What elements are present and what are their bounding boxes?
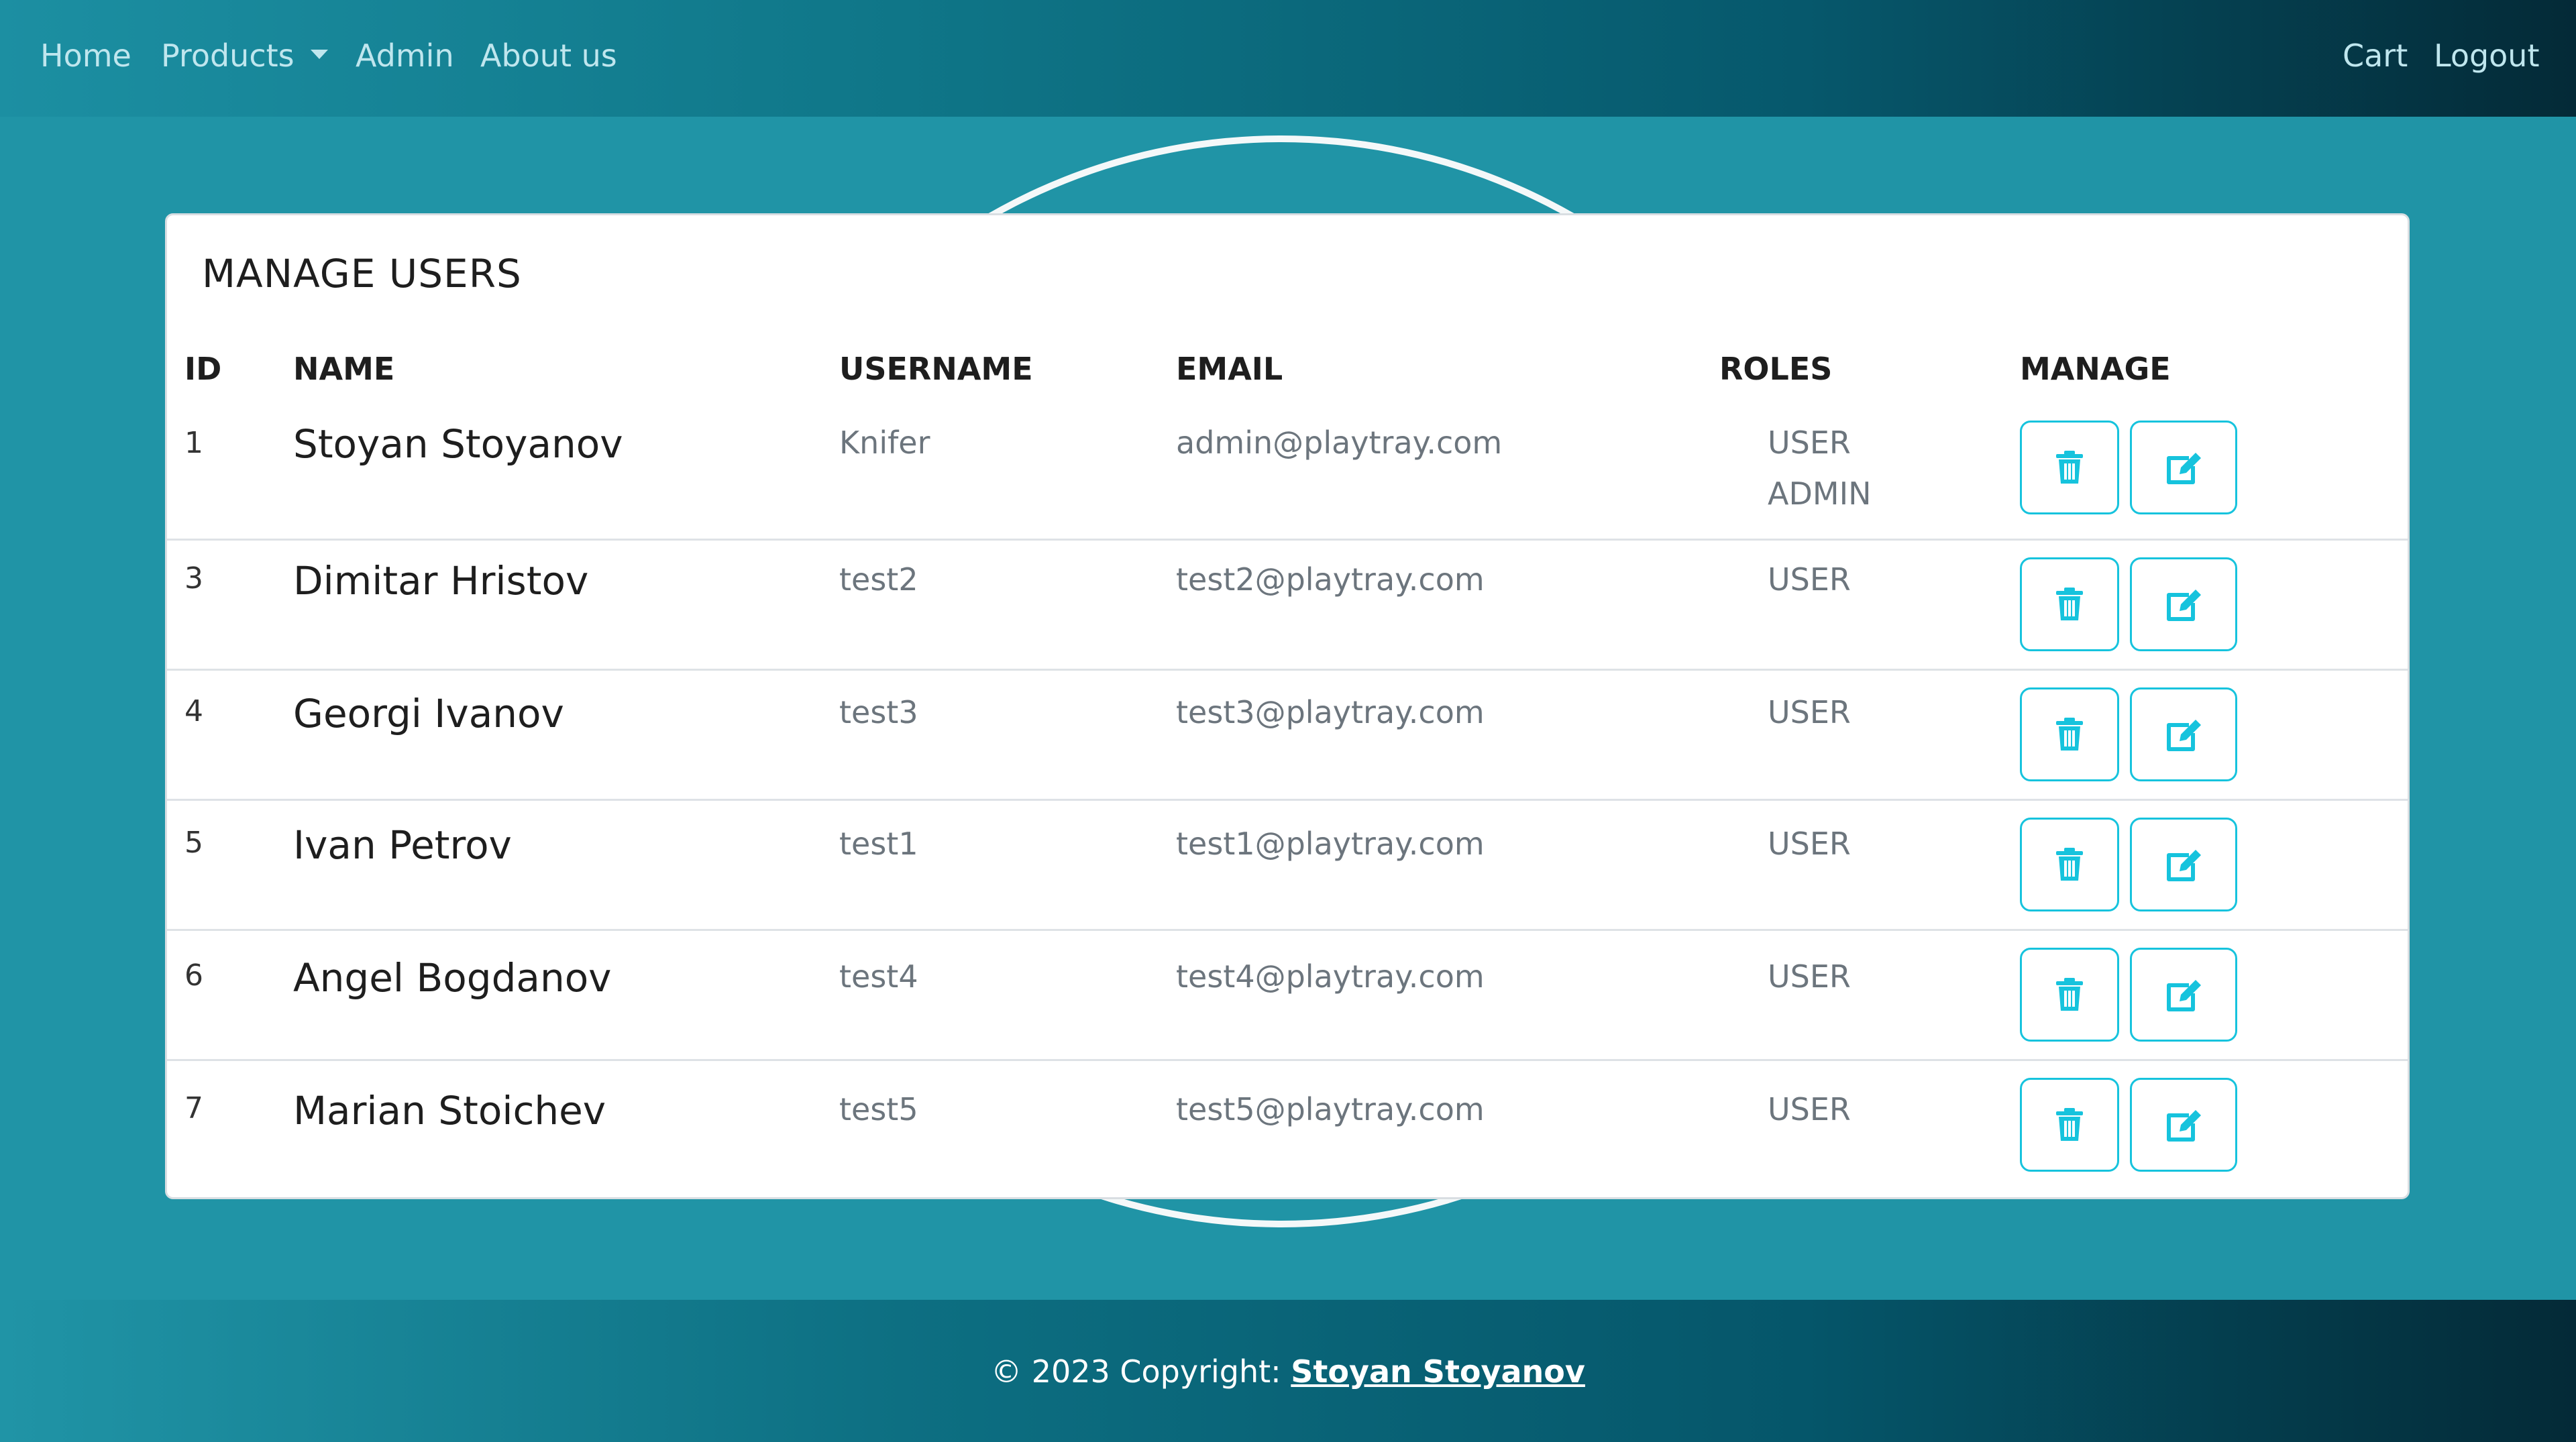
role-badge: USER — [1768, 826, 1851, 862]
delete-user-button[interactable] — [2020, 687, 2119, 781]
header-name: NAME — [293, 351, 395, 387]
nav-home-link[interactable]: Home — [40, 40, 131, 71]
nav-about-link[interactable]: About us — [480, 40, 617, 71]
edit-icon — [2167, 1110, 2201, 1142]
page-footer: © 2023 Copyright: Stoyan Stoyanov — [0, 1300, 2576, 1442]
footer-copyright: © 2023 Copyright: Stoyan Stoyanov — [0, 1356, 2576, 1387]
delete-user-button[interactable] — [2020, 818, 2119, 911]
cell-email: test4@playtray.com — [1176, 958, 1485, 995]
cell-name: Angel Bogdanov — [293, 955, 612, 1001]
cell-username: Knifer — [839, 425, 930, 461]
role-badge: USER — [1768, 694, 1851, 730]
cell-username: test4 — [839, 958, 918, 995]
cell-roles: USER — [1768, 564, 1851, 615]
table-row: 6 Angel Bogdanov test4 test4@playtray.co… — [167, 929, 2408, 1061]
footer-author-link[interactable]: Stoyan Stoyanov — [1291, 1353, 1585, 1390]
cell-email: test1@playtray.com — [1176, 826, 1485, 862]
table-row: 4 Georgi Ivanov test3 test3@playtray.com… — [167, 669, 2408, 801]
edit-user-button[interactable] — [2130, 421, 2237, 514]
edit-user-button[interactable] — [2130, 948, 2237, 1042]
cell-name: Georgi Ivanov — [293, 691, 564, 736]
nav-logout-link[interactable]: Logout — [2434, 40, 2540, 71]
main-content: MANAGE USERS ID NAME USERNAME EMAIL ROLE… — [0, 117, 2576, 1300]
cell-username: test3 — [839, 694, 918, 730]
nav-products-label: Products — [161, 38, 294, 74]
trash-icon — [2056, 718, 2083, 751]
cell-id: 1 — [184, 426, 203, 460]
cell-roles: USER ADMIN — [1768, 427, 1872, 529]
footer-copyright-prefix: © 2023 Copyright: — [991, 1353, 1291, 1390]
cell-roles: USER — [1768, 961, 1851, 1012]
edit-user-button[interactable] — [2130, 557, 2237, 651]
delete-user-button[interactable] — [2020, 557, 2119, 651]
table-row: 7 Marian Stoichev test5 test5@playtray.c… — [167, 1059, 2408, 1197]
cell-username: test1 — [839, 826, 918, 862]
edit-icon — [2167, 453, 2201, 484]
nav-admin-link[interactable]: Admin — [356, 40, 454, 71]
cell-email: test5@playtray.com — [1176, 1091, 1485, 1127]
table-row: 1 Stoyan Stoyanov Knifer admin@playtray.… — [167, 400, 2408, 541]
cell-roles: USER — [1768, 697, 1851, 748]
role-badge: USER — [1768, 958, 1851, 995]
role-badge: ADMIN — [1768, 476, 1872, 512]
cell-name: Dimitar Hristov — [293, 558, 589, 604]
cell-email: admin@playtray.com — [1176, 425, 1503, 461]
edit-icon — [2167, 720, 2201, 751]
cell-email: test2@playtray.com — [1176, 561, 1485, 598]
role-badge: USER — [1768, 1091, 1851, 1127]
delete-user-button[interactable] — [2020, 948, 2119, 1042]
table-row: 3 Dimitar Hristov test2 test2@playtray.c… — [167, 539, 2408, 671]
header-manage: MANAGE — [2020, 351, 2171, 387]
edit-icon — [2167, 980, 2201, 1011]
trash-icon — [2056, 451, 2083, 484]
cell-name: Stoyan Stoyanov — [293, 421, 623, 467]
edit-icon — [2167, 850, 2201, 881]
trash-icon — [2056, 978, 2083, 1011]
edit-user-button[interactable] — [2130, 818, 2237, 911]
cell-username: test5 — [839, 1091, 918, 1127]
nav-products-dropdown[interactable]: Products — [161, 40, 328, 71]
cell-id: 4 — [184, 694, 203, 728]
cell-id: 3 — [184, 561, 203, 596]
delete-user-button[interactable] — [2020, 1078, 2119, 1172]
manage-users-card: MANAGE USERS ID NAME USERNAME EMAIL ROLE… — [165, 213, 2410, 1199]
cell-email: test3@playtray.com — [1176, 694, 1485, 730]
trash-icon — [2056, 1108, 2083, 1141]
chevron-down-icon — [310, 49, 328, 59]
cell-roles: USER — [1768, 1094, 1851, 1145]
role-badge: USER — [1768, 425, 1851, 461]
edit-user-button[interactable] — [2130, 1078, 2237, 1172]
cell-username: test2 — [839, 561, 918, 598]
edit-user-button[interactable] — [2130, 687, 2237, 781]
delete-user-button[interactable] — [2020, 421, 2119, 514]
nav-cart-link[interactable]: Cart — [2343, 40, 2408, 71]
trash-icon — [2056, 848, 2083, 881]
top-navbar: Home Products Admin About us Cart Logout — [0, 0, 2576, 117]
cell-name: Marian Stoichev — [293, 1088, 606, 1133]
edit-icon — [2167, 590, 2201, 621]
cell-id: 7 — [184, 1091, 203, 1125]
trash-icon — [2056, 588, 2083, 620]
page-title: MANAGE USERS — [202, 251, 522, 296]
cell-name: Ivan Petrov — [293, 822, 512, 868]
cell-id: 5 — [184, 826, 203, 860]
header-username: USERNAME — [839, 351, 1033, 387]
cell-id: 6 — [184, 958, 203, 993]
role-badge: USER — [1768, 561, 1851, 598]
table-row: 5 Ivan Petrov test1 test1@playtray.com U… — [167, 799, 2408, 931]
header-id: ID — [184, 351, 222, 387]
cell-roles: USER — [1768, 828, 1851, 879]
header-email: EMAIL — [1176, 351, 1283, 387]
header-roles: ROLES — [1719, 351, 1833, 387]
